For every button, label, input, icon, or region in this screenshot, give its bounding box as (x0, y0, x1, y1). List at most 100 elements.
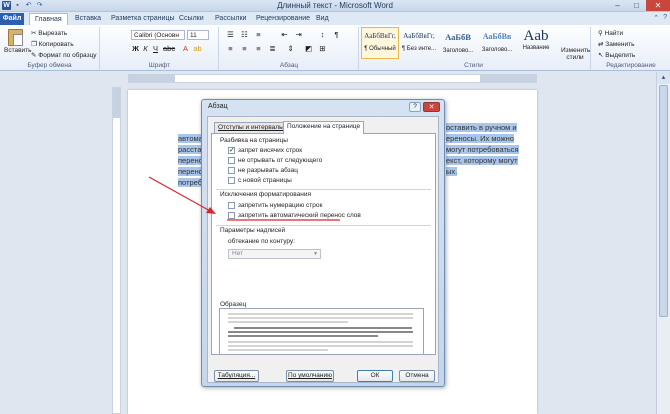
tight-wrap-select[interactable]: Нет ▼ (228, 249, 321, 259)
brush-icon: ✎ (31, 52, 37, 59)
ok-button[interactable]: ОК (357, 370, 393, 382)
font-group: Calibri (Основн 11 Ж К Ч abc A ab Шрифт (101, 27, 219, 70)
maximize-button[interactable]: □ (627, 0, 646, 11)
checkbox-checked-icon (228, 147, 235, 154)
tabs-button[interactable]: Табуляция... (214, 370, 259, 382)
paste-icon (7, 29, 23, 46)
highlight-icon[interactable]: ab (193, 44, 202, 53)
widow-control-checkbox[interactable]: запрет висячих строк (228, 147, 302, 154)
page-break-before-checkbox[interactable]: с новой страницы (228, 177, 292, 184)
doc-line-left-1: автома (178, 134, 203, 143)
doc-line-left-2: расста (178, 145, 202, 154)
clipboard-group-label: Буфер обмена (27, 62, 72, 69)
scissors-icon: ✂ (31, 30, 37, 37)
checkbox-icon (228, 167, 235, 174)
increase-indent-icon[interactable]: ⇥ (294, 30, 303, 39)
font-color-icon[interactable]: A (181, 44, 190, 53)
horizontal-ruler[interactable] (128, 74, 537, 83)
vertical-ruler[interactable] (112, 87, 121, 414)
change-styles-button[interactable]: Изменить стили (561, 47, 590, 61)
decrease-indent-icon[interactable]: ⇤ (280, 30, 289, 39)
preview-line (228, 317, 413, 319)
minimize-button[interactable]: – (608, 0, 627, 11)
style-heading-2[interactable]: АаБбВв Заголово... (478, 27, 516, 59)
vertical-scrollbar[interactable]: ▲ (656, 72, 670, 414)
doc-line-right-1: оставить в ручном и (446, 123, 517, 132)
scrollbar-thumb[interactable] (659, 85, 668, 317)
checkbox-icon (228, 177, 235, 184)
align-left-icon[interactable]: ≡ (226, 44, 235, 53)
strikethrough-button[interactable]: abc (163, 44, 175, 53)
copy-icon: ❐ (31, 41, 37, 48)
style-title[interactable]: Aab Название (517, 27, 555, 59)
pilcrow-icon[interactable]: ¶ (332, 30, 341, 39)
font-size-select[interactable]: 11 (187, 30, 209, 40)
style-normal[interactable]: АаБбВвГг, ¶ Обычный (361, 27, 399, 59)
tab-review[interactable]: Рецензирование (251, 13, 315, 25)
borders-icon[interactable]: ⊞ (318, 44, 327, 53)
preview-line (228, 345, 413, 347)
preview-line (228, 331, 413, 333)
sort-icon[interactable]: ↕ (318, 30, 327, 39)
align-right-icon[interactable]: ≡ (254, 44, 263, 53)
shading-icon[interactable]: ◩ (304, 44, 313, 53)
font-name-select[interactable]: Calibri (Основн (131, 30, 185, 40)
scroll-up-icon[interactable]: ▲ (657, 72, 670, 84)
tab-indents-spacing[interactable]: Отступы и интервалы (214, 122, 288, 133)
multilevel-list-icon[interactable]: ≡ (254, 30, 263, 39)
paste-button[interactable]: Вставить (4, 29, 32, 59)
dialog-title: Абзац (208, 103, 228, 110)
font-group-label: Шрифт (148, 62, 171, 69)
preview-line (228, 349, 328, 351)
set-as-default-button[interactable]: По умолчанию (286, 370, 334, 382)
tab-mailings[interactable]: Рассылки (210, 13, 251, 25)
select-button[interactable]: ↖ Выделить (598, 51, 635, 59)
section-divider (216, 189, 431, 190)
suppress-line-numbers-checkbox[interactable]: запретить нумерацию строк (228, 202, 322, 209)
align-center-icon[interactable]: ≡ (240, 44, 249, 53)
tab-line-page-breaks[interactable]: Положение на странице (283, 121, 365, 134)
window-title: Длинный текст - Microsoft Word (277, 1, 393, 10)
dialog-close-button[interactable]: ✕ (423, 102, 440, 112)
preview-line (234, 327, 412, 329)
tab-view[interactable]: Вид (311, 13, 334, 25)
ruler-margin-left (129, 75, 175, 82)
help-icon[interactable]: ? (663, 14, 667, 22)
preview-line (228, 321, 348, 323)
collapse-ribbon-icon[interactable]: ⌃ (653, 14, 659, 22)
tab-references[interactable]: Ссылки (174, 13, 209, 25)
paragraph-preview (219, 308, 424, 355)
keep-lines-together-checkbox[interactable]: не разрывать абзац (228, 167, 298, 174)
style-no-spacing[interactable]: АаБбВвГг, ¶ Без инте... (400, 27, 438, 59)
tab-file[interactable]: Файл (0, 13, 24, 25)
dialog-help-button[interactable]: ? (409, 102, 421, 112)
style-heading-1[interactable]: АаБбВ Заголово... (439, 27, 477, 59)
checkbox-icon (228, 157, 235, 164)
ribbon-tabs: Файл Главная Вставка Разметка страницы С… (0, 12, 670, 25)
keep-with-next-checkbox[interactable]: не отрывать от следующего (228, 157, 322, 164)
bullets-icon[interactable]: ☰ (226, 30, 235, 39)
find-button[interactable]: ⚲ Найти (598, 29, 623, 37)
copy-button[interactable]: ❐ Копировать (31, 40, 74, 48)
justify-icon[interactable]: ≣ (268, 44, 277, 53)
tab-insert[interactable]: Вставка (70, 13, 106, 25)
italic-button[interactable]: К (141, 44, 150, 53)
cancel-button[interactable]: Отмена (399, 370, 435, 382)
close-button[interactable]: ✕ (646, 0, 670, 11)
cut-button[interactable]: ✂ Вырезать (31, 29, 67, 37)
section-divider (216, 225, 431, 226)
clipboard-group: Вставить ✂ Вырезать ❐ Копировать ✎ Форма… (0, 27, 100, 70)
preview-heading: Образец (220, 301, 247, 308)
bold-button[interactable]: Ж (131, 44, 140, 53)
numbering-icon[interactable]: ☷ (240, 30, 249, 39)
underline-button[interactable]: Ч (151, 44, 160, 53)
ruler-margin-top (113, 88, 120, 118)
cursor-icon: ↖ (598, 52, 604, 59)
tab-page-layout[interactable]: Разметка страницы (106, 13, 180, 25)
dont-hyphenate-checkbox[interactable]: запретить автоматический перенос слов (228, 212, 361, 219)
tab-home[interactable]: Главная (29, 13, 68, 25)
replace-button[interactable]: ⇄ Заменить (598, 40, 634, 48)
format-painter-button[interactable]: ✎ Формат по образцу (31, 51, 97, 59)
line-spacing-icon[interactable]: ⇕ (286, 44, 295, 53)
doc-line-right-3: могут потребоваться (446, 145, 519, 154)
